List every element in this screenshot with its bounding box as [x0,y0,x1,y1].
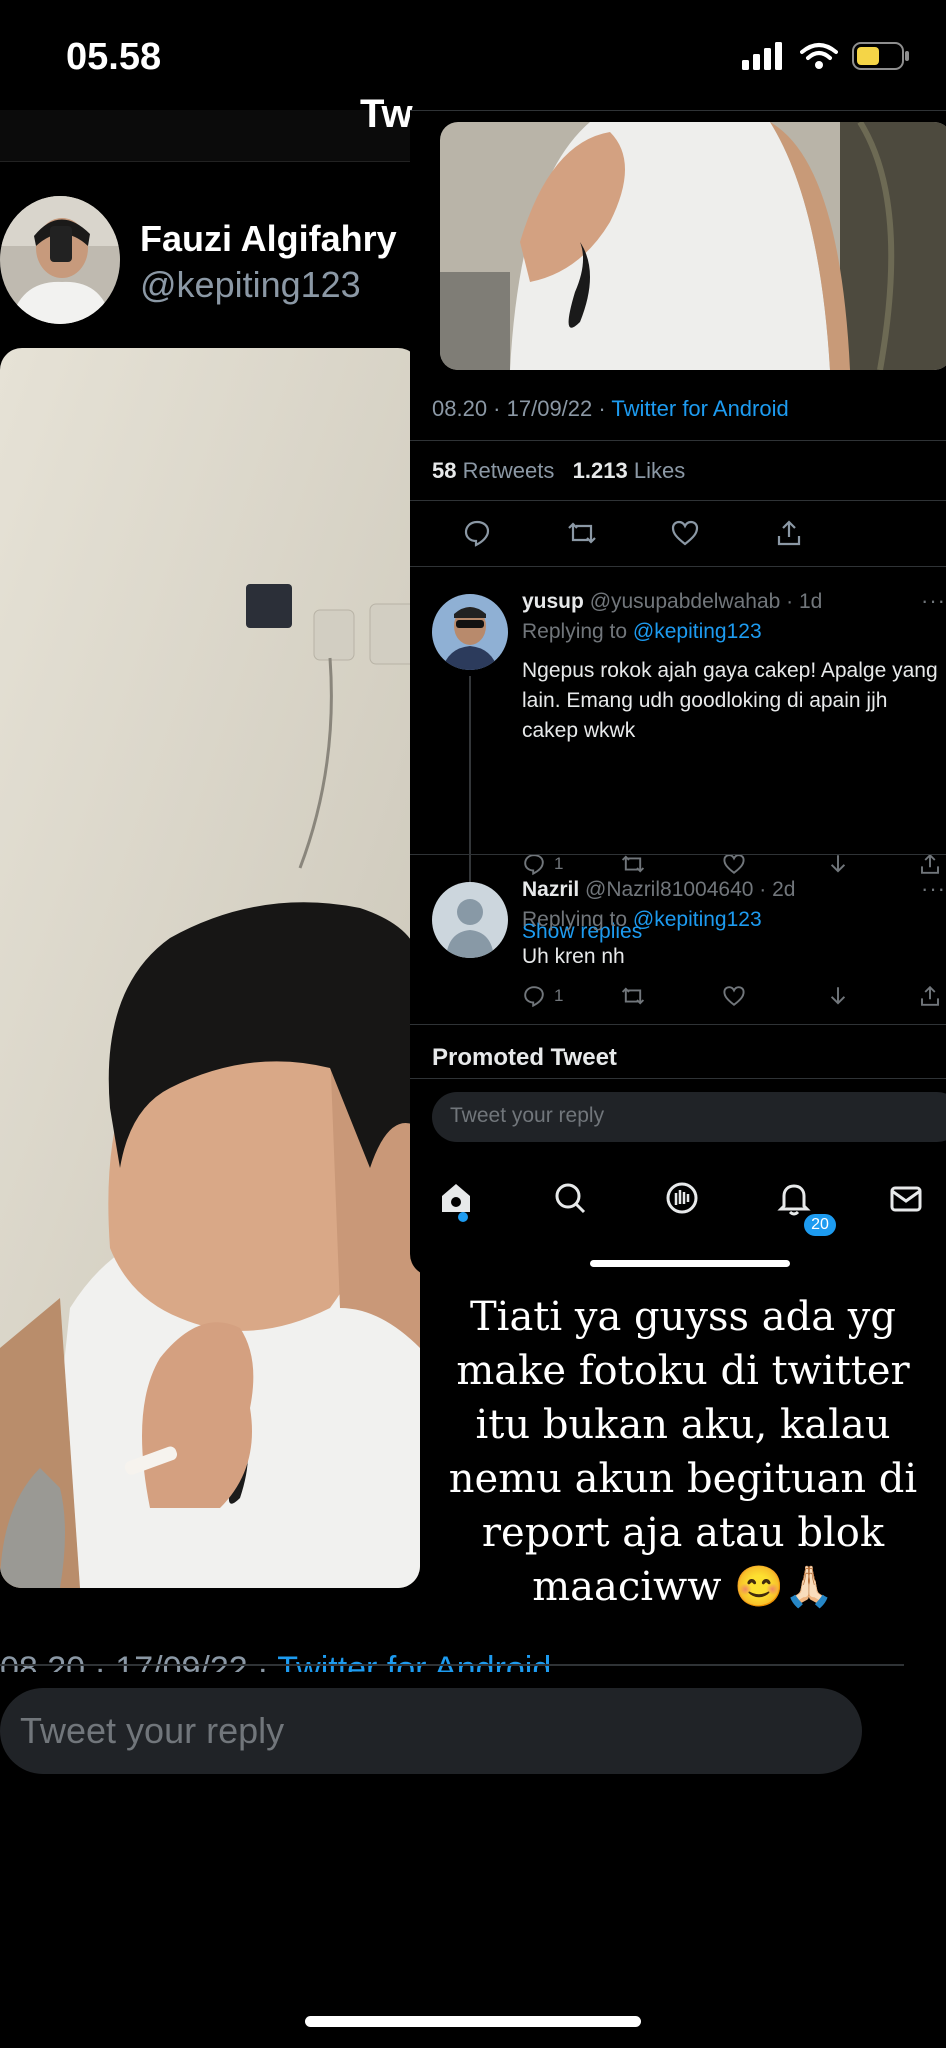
status-time: 05.58 [66,36,162,78]
caption-line: make fotoku di twitter [456,1348,910,1394]
background-tweet-timestamp: 08.20 · 17/09/22 · [0,1650,278,1672]
likes-count: 1.213 [572,458,628,483]
background-tweet-photo[interactable] [0,348,420,1588]
downvote-icon[interactable] [826,984,850,1008]
home-new-indicator [458,1212,468,1222]
reply-age: 2d [772,878,796,901]
background-author-handle[interactable]: @kepiting123 [140,264,361,306]
retweet-icon[interactable] [620,852,646,876]
background-divider [0,1664,904,1666]
notifications-badge: 20 [802,1212,838,1238]
overlay-divider [410,500,946,501]
reply-avatar-default[interactable] [432,882,508,958]
wifi-icon [800,42,838,75]
retweets-stat[interactable]: 58 Retweets [432,458,554,483]
reply-icon[interactable] [462,518,492,553]
reply-actions: 1 [522,984,946,1014]
caption-line: itu bukan aku, kalau [475,1402,891,1448]
status-icons [742,42,910,75]
caption-line: nemu akun begituan di [448,1456,918,1502]
replying-to: Replying to @kepiting123 [522,620,762,644]
background-author-name[interactable]: Fauzi Algifahry [140,218,397,260]
overlay-home-indicator [590,1260,790,1267]
background-tweet-source-link[interactable]: Twitter for Android [277,1650,551,1672]
reply-comment-button[interactable]: 1 [522,852,563,876]
background-reply-placeholder: Tweet your reply [20,1710,285,1751]
like-icon[interactable] [722,852,746,876]
home-icon[interactable] [436,1178,476,1218]
reply-comment-button[interactable]: 1 [522,984,563,1008]
retweet-icon[interactable] [620,984,646,1008]
overlay-tweet-actions [410,510,946,570]
replying-to: Replying to @kepiting123 [522,908,762,932]
reply-avatar[interactable] [432,594,508,670]
promoted-tweet-heading: Promoted Tweet [432,1044,617,1071]
reply-author-handle[interactable]: @Nazril81004640 [585,878,753,901]
reply-icon [524,986,544,1008]
replying-to-prefix: Replying to [522,620,633,643]
reply-count: 1 [554,854,564,873]
overlay-divider [410,566,946,567]
downvote-icon[interactable] [826,852,850,876]
background-top-bar [0,110,420,162]
caption-line: Tiati ya guyss ada yg [469,1294,896,1340]
background-reply-input[interactable]: Tweet your reply [0,1688,862,1774]
overlay-tweet-photo[interactable] [440,122,946,370]
overlay-top-divider [410,110,946,111]
overlay-tweet-time: 08.20 [432,396,488,421]
likes-stat[interactable]: 1.213 Likes [573,458,686,483]
background-tweet-meta: 08.20 · 17/09/22 · Twitter for Android [0,1650,900,1672]
cellular-signal-icon [742,42,786,75]
overlay-divider [410,1024,946,1025]
likes-label: Likes [633,458,686,483]
overlay-tweet-meta: 08.20 · 17/09/22 · Twitter for Android [432,396,789,421]
reply-header: Nazril @Nazril81004640 · 2d [522,878,796,901]
retweets-count: 58 [432,458,457,483]
notifications-bell-icon[interactable] [774,1178,814,1218]
search-icon[interactable] [550,1178,590,1218]
reply-author-handle[interactable]: @yusupabdelwahab [590,590,781,613]
overlay-tweet-screenshot: 08.20 · 17/09/22 · Twitter for Android 5… [410,110,946,1276]
retweet-icon[interactable] [566,518,598,553]
reply-text: Ngepus rokok ajah gaya cakep! Apalge yan… [522,659,938,742]
reply-text: Uh kren nh [522,945,625,968]
share-icon[interactable] [774,518,804,553]
more-options-icon[interactable]: ··· [921,876,946,902]
story-caption: Tiati ya guyss ada yg make fotoku di twi… [420,1290,946,1614]
reply-author-name[interactable]: Nazril [522,878,579,901]
overlay-tweet-stats: 58 Retweets 1.213 Likes [432,458,685,484]
reply-count: 1 [554,986,564,1005]
overlay-divider [410,1078,946,1079]
thread-line [469,676,471,890]
reply-header: yusup @yusupabdelwahab · 1d [522,590,823,613]
overlay-divider [410,854,946,855]
like-icon[interactable] [670,518,700,553]
reply-icon [524,854,544,876]
more-options-icon[interactable]: ··· [921,588,946,614]
bottom-tab-bar: 20 [410,1156,946,1238]
replying-to-prefix: Replying to [522,908,633,931]
battery-icon [852,42,910,75]
share-icon[interactable] [918,852,942,876]
overlay-tweet-source-link[interactable]: Twitter for Android [611,396,788,421]
overlay-reply-input[interactable]: Tweet your reply [432,1092,946,1142]
spaces-icon[interactable] [662,1178,702,1218]
caption-line: report aja atau blok [481,1510,885,1556]
reply-author-name[interactable]: yusup [522,590,584,613]
overlay-reply-placeholder: Tweet your reply [450,1104,605,1127]
background-author-avatar[interactable] [0,196,120,324]
messages-envelope-icon[interactable] [886,1178,926,1218]
replying-to-link[interactable]: @kepiting123 [633,620,762,643]
replying-to-link[interactable]: @kepiting123 [633,908,762,931]
reply-age: 1d [798,590,823,613]
retweets-label: Retweets [462,458,555,483]
status-bar: 05.58 [0,0,946,110]
share-icon[interactable] [918,984,942,1008]
overlay-divider [410,440,946,441]
home-indicator[interactable] [305,2016,641,2027]
caption-line: maaciww 😊🙏🏻 [532,1564,834,1610]
overlay-tweet-date: 17/09/22 [506,396,593,421]
like-icon[interactable] [722,984,746,1008]
